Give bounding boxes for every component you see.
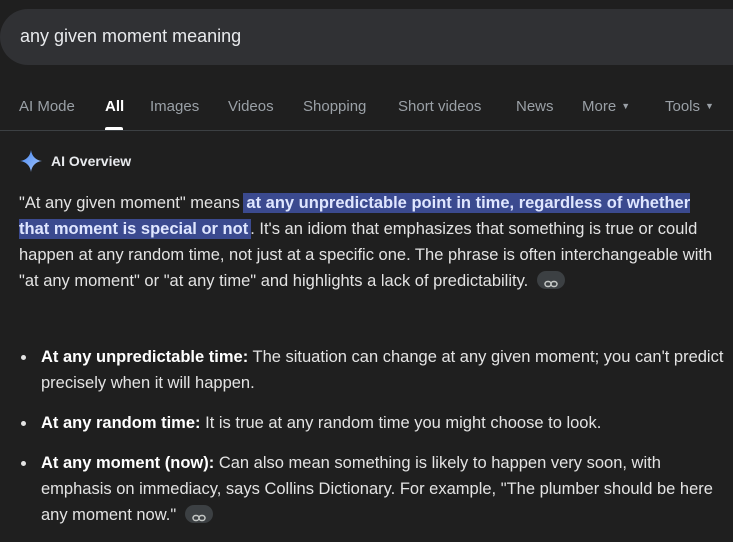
tab-more-label: More	[582, 98, 617, 115]
tab-shopping[interactable]: Shopping	[303, 98, 366, 115]
tab-videos[interactable]: Videos	[228, 98, 274, 115]
search-input[interactable]: any given moment meaning	[20, 26, 241, 47]
tab-ai-mode[interactable]: AI Mode	[19, 98, 75, 115]
tab-news[interactable]: News	[516, 98, 554, 115]
search-bar[interactable]: any given moment meaning	[0, 9, 733, 65]
bullet-icon	[21, 355, 26, 360]
tab-short-videos[interactable]: Short videos	[398, 98, 481, 115]
tab-more[interactable]: More ▼	[582, 98, 630, 115]
tab-tools[interactable]: Tools ▼	[665, 98, 714, 115]
list-item: At any unpredictable time: The situation…	[19, 344, 725, 396]
definition-list: At any unpredictable time: The situation…	[19, 344, 725, 542]
tab-images[interactable]: Images	[150, 98, 199, 115]
bullet-icon	[21, 461, 26, 466]
list-item-term: At any random time:	[41, 414, 201, 432]
bullet-icon	[21, 421, 26, 426]
tab-all[interactable]: All	[105, 98, 124, 115]
list-item-term: At any moment (now):	[41, 454, 215, 472]
caret-down-icon: ▼	[621, 101, 631, 111]
source-link-button[interactable]	[184, 505, 213, 523]
link-icon	[192, 514, 206, 522]
tab-tools-label: Tools	[665, 98, 701, 115]
ai-overview-header: AI Overview	[19, 148, 131, 174]
link-icon	[544, 280, 558, 288]
search-tabs: AI Mode All Images Videos Shopping Short…	[0, 86, 733, 131]
summary-text-start: "At any given moment" means	[19, 194, 245, 212]
list-item: At any random time: It is true at any ra…	[19, 410, 725, 436]
list-item-text: It is true at any random time you might …	[200, 414, 602, 432]
ai-overview-title: AI Overview	[51, 153, 132, 169]
source-link-button[interactable]	[536, 271, 565, 289]
list-item-term: At any unpredictable time:	[41, 348, 249, 366]
caret-down-icon: ▼	[705, 101, 714, 111]
list-item: At any moment (now): Can also mean somet…	[19, 450, 725, 528]
gemini-sparkle-icon	[20, 150, 42, 172]
ai-overview-summary: "At any given moment" means at any unpre…	[19, 190, 719, 294]
active-tab-indicator	[105, 127, 123, 130]
